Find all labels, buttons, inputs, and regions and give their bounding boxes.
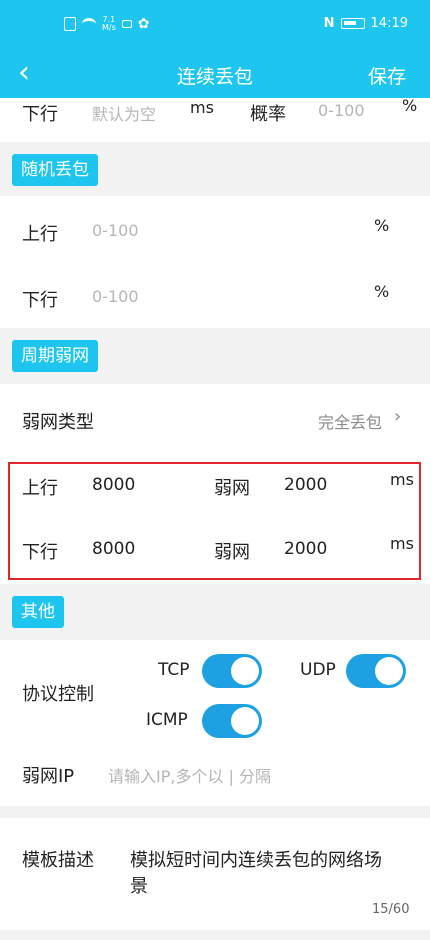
downlink-label: 下行 (22, 104, 58, 125)
probability-unit: % (402, 96, 418, 115)
weak-ip-label: 弱网IP (22, 766, 75, 787)
network-speed: 7.1 M/s (102, 16, 116, 32)
delay-input[interactable]: 默认为空 (92, 101, 156, 125)
random-loss-section: 上行 0-100 % 下行 0-100 % (0, 196, 430, 328)
uplink-label: 上行 (22, 224, 58, 245)
toggle-knob (375, 657, 403, 685)
template-desc-input[interactable]: 模拟短时间内连续丢包的网络场 (130, 846, 382, 872)
speed-unit: M/s (102, 23, 116, 32)
periodic-weak-tag: 周期弱网 (12, 340, 98, 372)
probability-input[interactable]: 0-100 (318, 101, 365, 120)
uplink-loss-unit: % (374, 216, 390, 235)
weak-type-label: 弱网类型 (22, 412, 94, 433)
battery-icon (340, 18, 365, 29)
downlink-label: 下行 (22, 290, 58, 311)
udp-toggle[interactable] (346, 654, 406, 688)
tcp-toggle[interactable] (202, 654, 262, 688)
downlink-loss-unit: % (374, 282, 390, 301)
protocol-control-label: 协议控制 (22, 684, 94, 705)
random-loss-tag: 随机丢包 (12, 154, 98, 186)
toggle-knob (231, 707, 259, 735)
icmp-label: ICMP (146, 710, 188, 730)
downlink-loss-input[interactable]: 0-100 (92, 287, 139, 306)
wifi-icon (82, 18, 96, 30)
highlight-box (8, 462, 421, 580)
weak-type-value[interactable]: 完全丢包 (318, 409, 382, 433)
delay-unit: ms (190, 98, 214, 117)
page-title: 连续丢包 (176, 66, 253, 88)
icmp-toggle[interactable] (202, 704, 262, 738)
status-bar: 7.1 M/s ✿ N 14:19 (0, 0, 430, 50)
notification-icon (121, 20, 132, 28)
nav-bar: ‹ 连续丢包 保存 (0, 50, 430, 98)
save-button[interactable]: 保存 (368, 62, 406, 89)
template-desc-input-line2[interactable]: 景 (130, 872, 148, 898)
probability-label: 概率 (250, 104, 286, 125)
nfc-icon: N (323, 16, 335, 31)
downlink-delay-row: 下行 默认为空 ms 概率 0-100 % (0, 96, 430, 142)
char-counter: 15/60 (372, 902, 410, 917)
tcp-label: TCP (158, 660, 190, 680)
uplink-loss-input[interactable]: 0-100 (92, 221, 139, 240)
other-section: 协议控制 TCP UDP ICMP 弱网IP 请输入IP,多个以 | 分隔 (0, 640, 430, 806)
other-tag: 其他 (12, 596, 64, 628)
sim-icon (64, 17, 76, 31)
weak-ip-input[interactable]: 请输入IP,多个以 | 分隔 (108, 763, 271, 787)
template-section: 模板描述 模拟短时间内连续丢包的网络场 景 15/60 (0, 818, 430, 930)
clock: 14:19 (370, 16, 408, 31)
udp-label: UDP (300, 660, 336, 680)
toggle-knob (231, 657, 259, 685)
app-notification-icon: ✿ (137, 16, 150, 32)
chevron-right-icon[interactable]: › (394, 406, 401, 427)
template-desc-label: 模板描述 (22, 850, 94, 871)
